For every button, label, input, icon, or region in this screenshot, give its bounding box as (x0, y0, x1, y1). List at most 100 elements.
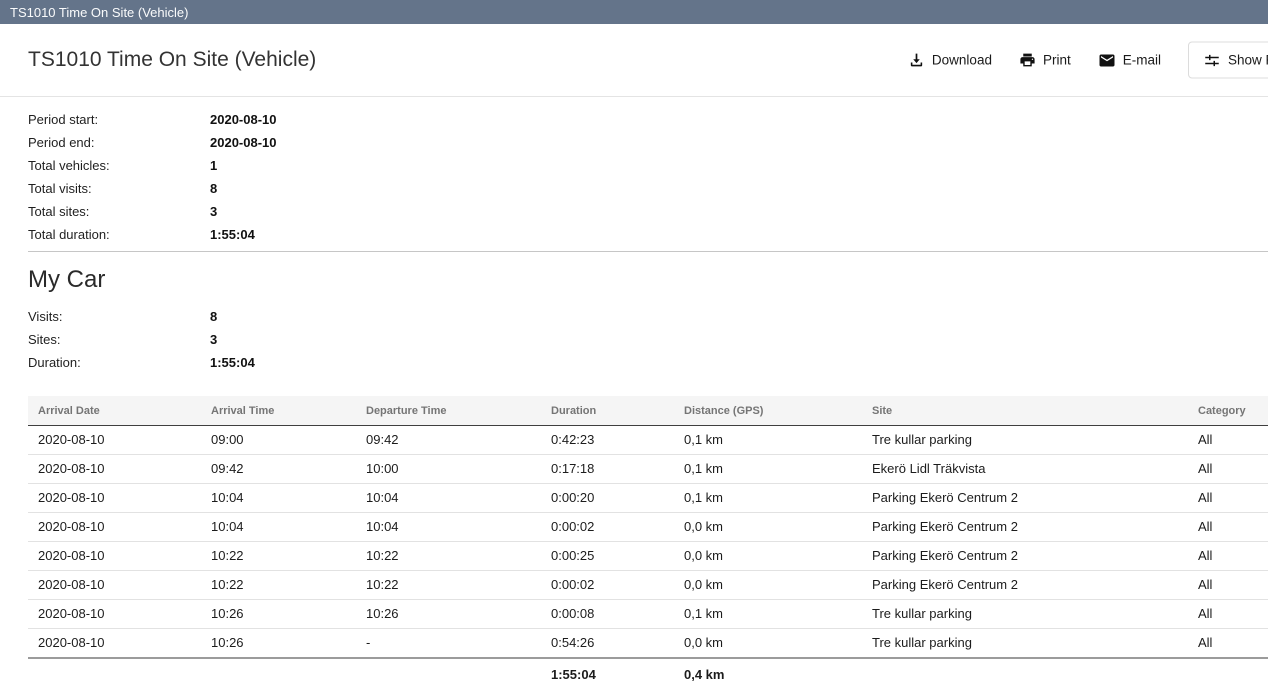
cell-duration: 0:17:18 (541, 455, 674, 484)
cell-site: Tre kullar parking (862, 629, 1188, 659)
download-button[interactable]: Download (908, 52, 992, 69)
totals-distance: 0,4 km (674, 658, 862, 684)
summary-value: 2020-08-10 (210, 135, 277, 150)
table-row: 2020-08-10 10:04 10:04 0:00:20 0,1 km Pa… (28, 484, 1268, 513)
vehicle-stat-label: Duration: (28, 355, 210, 370)
printer-icon (1019, 52, 1036, 69)
cell-category: All (1188, 571, 1268, 600)
cell-category: All (1188, 426, 1268, 455)
summary-label: Total sites: (28, 204, 210, 219)
cell-category: All (1188, 542, 1268, 571)
cell-arrival-time: 10:22 (201, 571, 356, 600)
table-body: 2020-08-10 09:00 09:42 0:42:23 0,1 km Tr… (28, 426, 1268, 659)
cell-departure-time: 10:22 (356, 571, 541, 600)
cell-site: Tre kullar parking (862, 600, 1188, 629)
show-parameters-label: Show Pa (1228, 53, 1268, 68)
cell-category: All (1188, 629, 1268, 659)
summary-value: 1:55:04 (210, 227, 255, 242)
window-title: TS1010 Time On Site (Vehicle) (10, 5, 188, 20)
cell-distance: 0,0 km (674, 571, 862, 600)
table-row: 2020-08-10 10:26 - 0:54:26 0,0 km Tre ku… (28, 629, 1268, 659)
summary-label: Total vehicles: (28, 158, 210, 173)
vehicle-stat-label: Sites: (28, 332, 210, 347)
cell-distance: 0,1 km (674, 455, 862, 484)
cell-departure-time: 10:22 (356, 542, 541, 571)
table-row: 2020-08-10 09:00 09:42 0:42:23 0,1 km Tr… (28, 426, 1268, 455)
print-label: Print (1043, 53, 1071, 68)
totals-departure-time (356, 658, 541, 684)
summary-row: Period start: 2020-08-10 (28, 108, 1268, 131)
summary-label: Period end: (28, 135, 210, 150)
cell-arrival-time: 10:22 (201, 542, 356, 571)
cell-arrival-time: 10:26 (201, 600, 356, 629)
cell-site: Ekerö Lidl Träkvista (862, 455, 1188, 484)
cell-departure-time: - (356, 629, 541, 659)
vehicle-summary: Visits: 8 Sites: 3 Duration: 1:55:04 (0, 301, 1268, 379)
cell-duration: 0:54:26 (541, 629, 674, 659)
summary-label: Total duration: (28, 227, 210, 242)
cell-arrival-date: 2020-08-10 (28, 571, 201, 600)
vehicle-stat-value: 1:55:04 (210, 355, 255, 370)
cell-arrival-date: 2020-08-10 (28, 484, 201, 513)
summary-row: Total vehicles: 1 (28, 154, 1268, 177)
cell-arrival-date: 2020-08-10 (28, 600, 201, 629)
cell-distance: 0,1 km (674, 484, 862, 513)
cell-site: Parking Ekerö Centrum 2 (862, 513, 1188, 542)
summary-value: 1 (210, 158, 217, 173)
summary-row: Total sites: 3 (28, 200, 1268, 223)
summary-row: Period end: 2020-08-10 (28, 131, 1268, 154)
page-title: TS1010 Time On Site (Vehicle) (28, 48, 316, 72)
table-row: 2020-08-10 10:26 10:26 0:00:08 0,1 km Tr… (28, 600, 1268, 629)
cell-arrival-date: 2020-08-10 (28, 513, 201, 542)
summary-value: 8 (210, 181, 217, 196)
cell-duration: 0:00:02 (541, 571, 674, 600)
totals-arrival-date (28, 658, 201, 684)
download-label: Download (932, 53, 992, 68)
table-header-cell: Site (862, 396, 1188, 426)
totals-duration: 1:55:04 (541, 658, 674, 684)
cell-duration: 0:00:20 (541, 484, 674, 513)
table-row: 2020-08-10 10:22 10:22 0:00:25 0,0 km Pa… (28, 542, 1268, 571)
cell-category: All (1188, 600, 1268, 629)
cell-arrival-date: 2020-08-10 (28, 455, 201, 484)
email-button[interactable]: E-mail (1098, 51, 1161, 69)
visits-table: Arrival Date Arrival Time Departure Time… (28, 396, 1268, 684)
summary-value: 2020-08-10 (210, 112, 277, 127)
cell-departure-time: 10:04 (356, 484, 541, 513)
table-header-cell: Arrival Time (201, 396, 356, 426)
cell-arrival-date: 2020-08-10 (28, 629, 201, 659)
cell-arrival-time: 09:42 (201, 455, 356, 484)
cell-site: Parking Ekerö Centrum 2 (862, 571, 1188, 600)
summary-row: Total visits: 8 (28, 177, 1268, 200)
cell-departure-time: 10:00 (356, 455, 541, 484)
envelope-icon (1098, 51, 1116, 69)
cell-departure-time: 10:26 (356, 600, 541, 629)
cell-category: All (1188, 484, 1268, 513)
cell-duration: 0:00:25 (541, 542, 674, 571)
cell-departure-time: 09:42 (356, 426, 541, 455)
print-button[interactable]: Print (1019, 52, 1071, 69)
cell-arrival-time: 10:26 (201, 629, 356, 659)
cell-distance: 0,0 km (674, 513, 862, 542)
summary-row: Total duration: 1:55:04 (28, 223, 1268, 246)
table-row: 2020-08-10 09:42 10:00 0:17:18 0,1 km Ek… (28, 455, 1268, 484)
cell-site: Parking Ekerö Centrum 2 (862, 484, 1188, 513)
cell-site: Tre kullar parking (862, 426, 1188, 455)
vehicle-stat-row: Visits: 8 (28, 305, 1268, 328)
cell-site: Parking Ekerö Centrum 2 (862, 542, 1188, 571)
cell-category: All (1188, 455, 1268, 484)
show-parameters-button[interactable]: Show Pa (1188, 42, 1268, 79)
cell-arrival-time: 10:04 (201, 484, 356, 513)
cell-arrival-date: 2020-08-10 (28, 542, 201, 571)
cell-arrival-time: 09:00 (201, 426, 356, 455)
table-row: 2020-08-10 10:22 10:22 0:00:02 0,0 km Pa… (28, 571, 1268, 600)
cell-duration: 0:00:02 (541, 513, 674, 542)
totals-site (862, 658, 1188, 684)
window-title-bar: TS1010 Time On Site (Vehicle) (0, 0, 1268, 24)
cell-duration: 0:00:08 (541, 600, 674, 629)
vehicle-stat-value: 8 (210, 309, 217, 324)
vehicle-stat-label: Visits: (28, 309, 210, 324)
table-header-cell: Category (1188, 396, 1268, 426)
cell-arrival-date: 2020-08-10 (28, 426, 201, 455)
cell-distance: 0,1 km (674, 426, 862, 455)
